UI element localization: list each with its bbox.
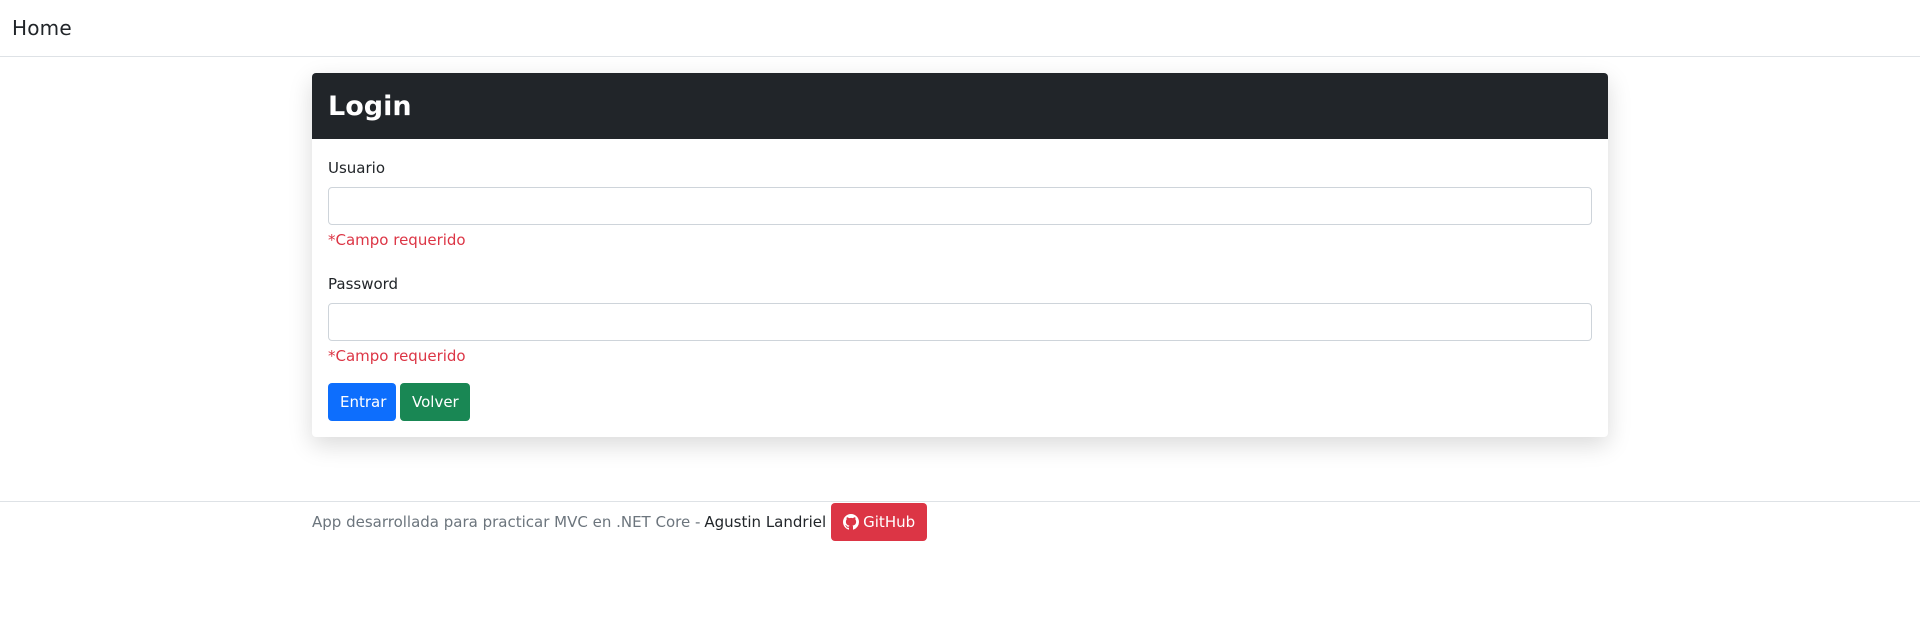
footer-author: Agustin Landriel [704, 513, 827, 531]
form-actions: Entrar Volver [328, 383, 1592, 421]
username-label: Usuario [328, 159, 386, 177]
top-navbar: Home [0, 0, 1920, 57]
login-form: Usuario *Campo requerido Password *Campo… [312, 139, 1608, 421]
entrar-button[interactable]: Entrar [328, 383, 396, 421]
password-label: Password [328, 275, 399, 293]
volver-button[interactable]: Volver [400, 383, 470, 421]
password-error: *Campo requerido [328, 347, 466, 365]
github-label: GitHub [863, 513, 916, 531]
footer: App desarrollada para practicar MVC en .… [0, 501, 1920, 635]
username-input[interactable] [328, 187, 1592, 225]
password-group: Password *Campo requerido [328, 275, 1592, 365]
username-group: Usuario *Campo requerido [328, 159, 1592, 249]
page-title: Login [328, 90, 412, 122]
github-button[interactable]: GitHub [831, 503, 928, 541]
login-card-header: Login [312, 73, 1608, 139]
github-icon [843, 514, 860, 530]
login-card: Login Usuario *Campo requerido Password … [312, 73, 1608, 437]
home-link[interactable]: Home [12, 16, 72, 40]
username-error: *Campo requerido [328, 231, 466, 249]
password-input[interactable] [328, 303, 1592, 341]
footer-text: App desarrollada para practicar MVC en .… [312, 513, 701, 531]
footer-content: App desarrollada para practicar MVC en .… [312, 503, 928, 541]
